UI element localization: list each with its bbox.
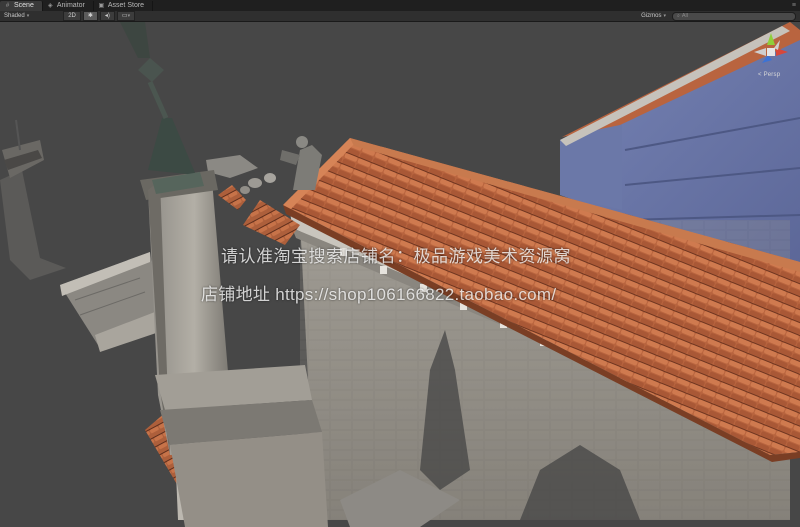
chevron-down-icon: ▾ [26,13,30,19]
mode-2d-toggle[interactable]: 2D [63,11,81,21]
speaker-icon: ◂) [104,13,110,19]
scene-viewport[interactable]: 请认准淘宝搜索店铺名：极品游戏美术资源窝 店铺地址 https://shop10… [0,22,800,527]
search-icon: ⌕ [677,12,680,19]
scene-render [0,22,800,527]
shading-mode-dropdown[interactable]: Shaded ▾ [0,11,33,21]
animator-icon: ◈ [48,3,53,9]
tab-animator[interactable]: ◈ Animator [43,1,94,11]
gizmos-label: Gizmos [641,13,662,19]
gizmo-z-cone[interactable] [762,55,772,63]
lighting-toggle[interactable]: ✱ [82,11,98,21]
scene-grid-icon: # [5,3,10,9]
tab-asset-store-label: Asset Store [107,2,145,9]
projection-toggle[interactable]: < Persp [758,72,780,78]
tab-scene[interactable]: # Scene [0,1,43,11]
unity-scene-window: # Scene ◈ Animator ▣ Asset Store ≡ Shade… [0,0,800,527]
shading-mode-label: Shaded [4,13,25,19]
search-input[interactable]: ⌕ All [672,11,796,21]
watermark-line-2: 店铺地址 https://shop106166822.taobao.com/ [201,285,557,304]
tab-menu-icon[interactable]: ≡ [792,1,796,11]
tab-animator-label: Animator [56,2,85,9]
tab-bar: # Scene ◈ Animator ▣ Asset Store ≡ [0,0,800,11]
audio-toggle[interactable]: ◂) [99,11,115,21]
asset-store-icon: ▣ [98,3,105,9]
mode-2d-label: 2D [68,13,76,19]
search-placeholder: All [681,12,688,19]
gizmo-neg-x-cone[interactable] [754,48,766,56]
gizmos-dropdown[interactable]: Gizmos ▾ [639,11,668,21]
gizmo-y-cone[interactable] [767,33,775,45]
effects-dropdown[interactable]: ▭ ▾ [116,11,136,21]
tab-scene-label: Scene [14,2,34,9]
chevron-down-icon: ▾ [663,13,666,19]
toolbar-right: Gizmos ▾ ⌕ All [639,11,800,21]
sun-icon: ✱ [87,13,93,19]
chevron-down-icon: ▾ [127,13,131,19]
gizmo-center-cube[interactable] [767,48,775,56]
watermark-line-1: 请认准淘宝搜索店铺名：极品游戏美术资源窝 [221,247,571,266]
tab-asset-store[interactable]: ▣ Asset Store [94,1,154,11]
scene-toolbar: Shaded ▾ 2D ✱ ◂) ▭ ▾ Gizmos ▾ ⌕ All [0,11,800,22]
